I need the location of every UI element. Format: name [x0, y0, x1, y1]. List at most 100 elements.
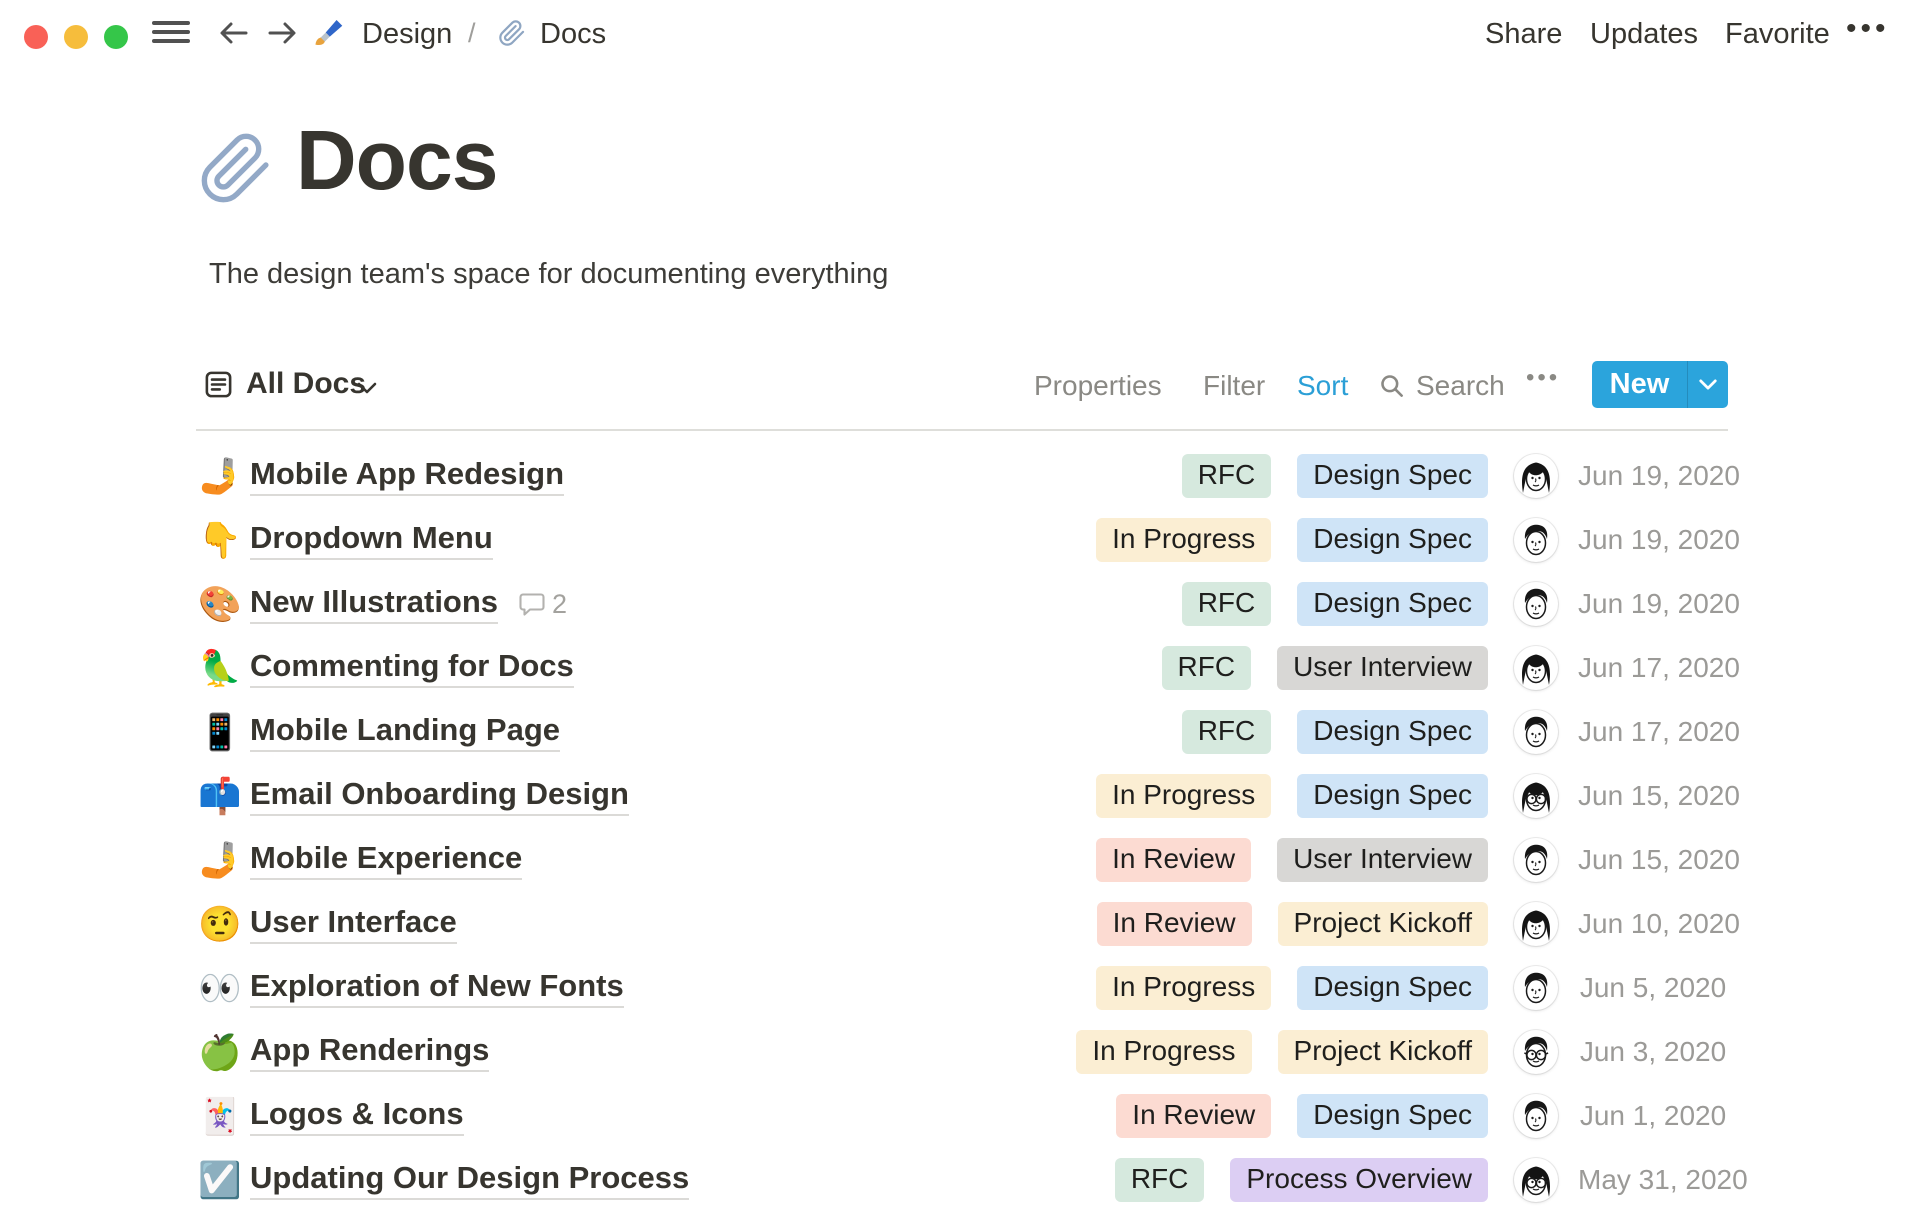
status-tag[interactable]: RFC	[1114, 1158, 1205, 1202]
category-tag[interactable]: Project Kickoff	[1277, 902, 1488, 946]
search-button[interactable]: Search	[1416, 370, 1505, 402]
category-tag[interactable]: Design Spec	[1297, 966, 1488, 1010]
comment-bubble-icon	[518, 590, 546, 618]
edited-date: Jun 17, 2020	[1578, 716, 1740, 747]
category-tag[interactable]: Design Spec	[1297, 774, 1488, 818]
new-dropdown-chevron-icon[interactable]	[1688, 378, 1728, 391]
status-tag[interactable]: In Progress	[1096, 774, 1272, 818]
row-properties: In Review Design Spec	[1116, 1094, 1488, 1138]
sidebar-toggle-menu-icon[interactable]	[152, 21, 190, 45]
status-tag[interactable]: In Progress	[1096, 966, 1272, 1010]
page-emoji-icon: 📫	[198, 776, 242, 816]
paintbrush-icon	[315, 20, 343, 45]
status-tag[interactable]: RFC	[1181, 582, 1272, 626]
edited-date: Jun 3, 2020	[1579, 1036, 1727, 1067]
edited-date: Jun 19, 2020	[1578, 588, 1740, 619]
table-row[interactable]: 👇 Dropdown Menu In Progress Design Spec Jun …	[0, 508, 1920, 572]
doc-title-link[interactable]: Commenting for Docs	[250, 648, 574, 688]
status-tag[interactable]: RFC	[1181, 454, 1272, 498]
doc-title-link[interactable]: Updating Our Design Process	[250, 1160, 690, 1200]
zoom-window-button[interactable]	[104, 25, 128, 49]
table-row[interactable]: ☑️ Updating Our Design Process RFC Process …	[0, 1148, 1920, 1212]
more-options-button[interactable]: •••	[1846, 12, 1890, 46]
status-tag[interactable]: In Review	[1116, 1094, 1272, 1138]
avatar-man	[1514, 518, 1558, 562]
table-row[interactable]: 🦜 Commenting for Docs RFC User Interview Jun…	[0, 636, 1920, 700]
page-paperclip-icon[interactable]	[198, 130, 274, 206]
page-emoji-icon: ☑️	[198, 1160, 242, 1200]
window-titlebar: Design / Docs Share Updates Favorite •••	[0, 0, 1920, 64]
doc-title-link[interactable]: Logos & Icons	[250, 1096, 464, 1136]
avatar-woman-glasses	[1514, 1158, 1558, 1202]
category-tag[interactable]: Design Spec	[1297, 1094, 1488, 1138]
status-tag[interactable]: In Progress	[1076, 1030, 1252, 1074]
updates-button[interactable]: Updates	[1590, 18, 1698, 51]
view-selector[interactable]: All Docs	[246, 367, 366, 401]
search-icon[interactable]	[1378, 372, 1405, 399]
table-row[interactable]: 🤳 Mobile App Redesign RFC Design Spec Jun 19…	[0, 444, 1920, 508]
row-properties: RFC Process Overview	[1114, 1158, 1488, 1202]
row-properties: In Review Project Kickoff	[1096, 902, 1488, 946]
breadcrumb-separator: /	[468, 18, 476, 48]
status-tag[interactable]: RFC	[1181, 710, 1272, 754]
doc-title-link[interactable]: New Illustrations	[250, 584, 499, 624]
status-tag[interactable]: In Review	[1096, 902, 1252, 946]
avatar-woman-glasses	[1514, 774, 1558, 818]
new-button-label[interactable]: New	[1592, 368, 1687, 401]
doc-title-link[interactable]: Mobile App Redesign	[250, 456, 565, 496]
category-tag[interactable]: User Interview	[1277, 646, 1488, 690]
category-tag[interactable]: Design Spec	[1297, 454, 1488, 498]
comment-count: 2	[552, 588, 568, 619]
row-properties: RFC Design Spec	[1181, 710, 1488, 754]
back-arrow-icon[interactable]	[216, 15, 252, 51]
close-window-button[interactable]	[24, 25, 48, 49]
table-row[interactable]: 📫 Email Onboarding Design In Progress Desig…	[0, 764, 1920, 828]
doc-title-link[interactable]: App Renderings	[250, 1032, 490, 1072]
table-row[interactable]: 🤳 Mobile Experience In Review User Intervie…	[0, 828, 1920, 892]
category-tag[interactable]: Process Overview	[1230, 1158, 1488, 1202]
sort-button[interactable]: Sort	[1297, 370, 1348, 402]
table-row[interactable]: 🤨 User Interface In Review Project Kickoff J…	[0, 892, 1920, 956]
category-tag[interactable]: Design Spec	[1297, 582, 1488, 626]
row-properties: RFC Design Spec	[1181, 454, 1488, 498]
row-properties: In Progress Design Spec	[1096, 518, 1488, 562]
table-row[interactable]: 🍏 App Renderings In Progress Project Kickof…	[0, 1020, 1920, 1084]
share-button[interactable]: Share	[1485, 18, 1562, 51]
forward-arrow-icon[interactable]	[264, 15, 300, 51]
view-more-options-button[interactable]: •••	[1526, 364, 1560, 392]
category-tag[interactable]: User Interview	[1277, 838, 1488, 882]
table-row[interactable]: 📱 Mobile Landing Page RFC Design Spec Jun 17…	[0, 700, 1920, 764]
breadcrumb-docs[interactable]: Docs	[540, 18, 606, 51]
page-emoji-icon: 👀	[198, 968, 242, 1008]
doc-title-link[interactable]: User Interface	[250, 904, 457, 944]
row-title-group: 📱 Mobile Landing Page	[198, 700, 561, 764]
edited-date: Jun 10, 2020	[1578, 908, 1740, 939]
row-title-group: 🎨 New Illustrations 2	[198, 572, 567, 636]
row-title-group: 🃏 Logos & Icons	[198, 1084, 464, 1148]
chevron-down-icon[interactable]	[356, 381, 378, 395]
properties-button[interactable]: Properties	[1034, 370, 1162, 402]
doc-title-link[interactable]: Mobile Experience	[250, 840, 523, 880]
category-tag[interactable]: Design Spec	[1297, 710, 1488, 754]
favorite-button[interactable]: Favorite	[1725, 18, 1830, 51]
status-tag[interactable]: In Review	[1096, 838, 1252, 882]
avatar-man	[1514, 1094, 1558, 1138]
category-tag[interactable]: Project Kickoff	[1277, 1030, 1488, 1074]
doc-title-link[interactable]: Dropdown Menu	[250, 520, 493, 560]
table-row[interactable]: 🎨 New Illustrations 2 RFC Design Spec Jun 19,…	[0, 572, 1920, 636]
doc-list: 🤳 Mobile App Redesign RFC Design Spec Jun 19…	[0, 444, 1920, 1212]
filter-button[interactable]: Filter	[1203, 370, 1265, 402]
table-row[interactable]: 🃏 Logos & Icons In Review Design Spec Jun 1,…	[0, 1084, 1920, 1148]
comment-count-badge[interactable]: 2	[518, 589, 567, 620]
status-tag[interactable]: In Progress	[1096, 518, 1272, 562]
doc-title-link[interactable]: Exploration of New Fonts	[250, 968, 624, 1008]
status-tag[interactable]: RFC	[1161, 646, 1252, 690]
edited-date: Jun 15, 2020	[1578, 780, 1740, 811]
category-tag[interactable]: Design Spec	[1297, 518, 1488, 562]
table-row[interactable]: 👀 Exploration of New Fonts In Progress Desi…	[0, 956, 1920, 1020]
new-button[interactable]: New	[1592, 361, 1728, 408]
doc-title-link[interactable]: Email Onboarding Design	[250, 776, 629, 816]
doc-title-link[interactable]: Mobile Landing Page	[250, 712, 561, 752]
breadcrumb-design[interactable]: Design	[362, 18, 452, 51]
minimize-window-button[interactable]	[64, 25, 88, 49]
